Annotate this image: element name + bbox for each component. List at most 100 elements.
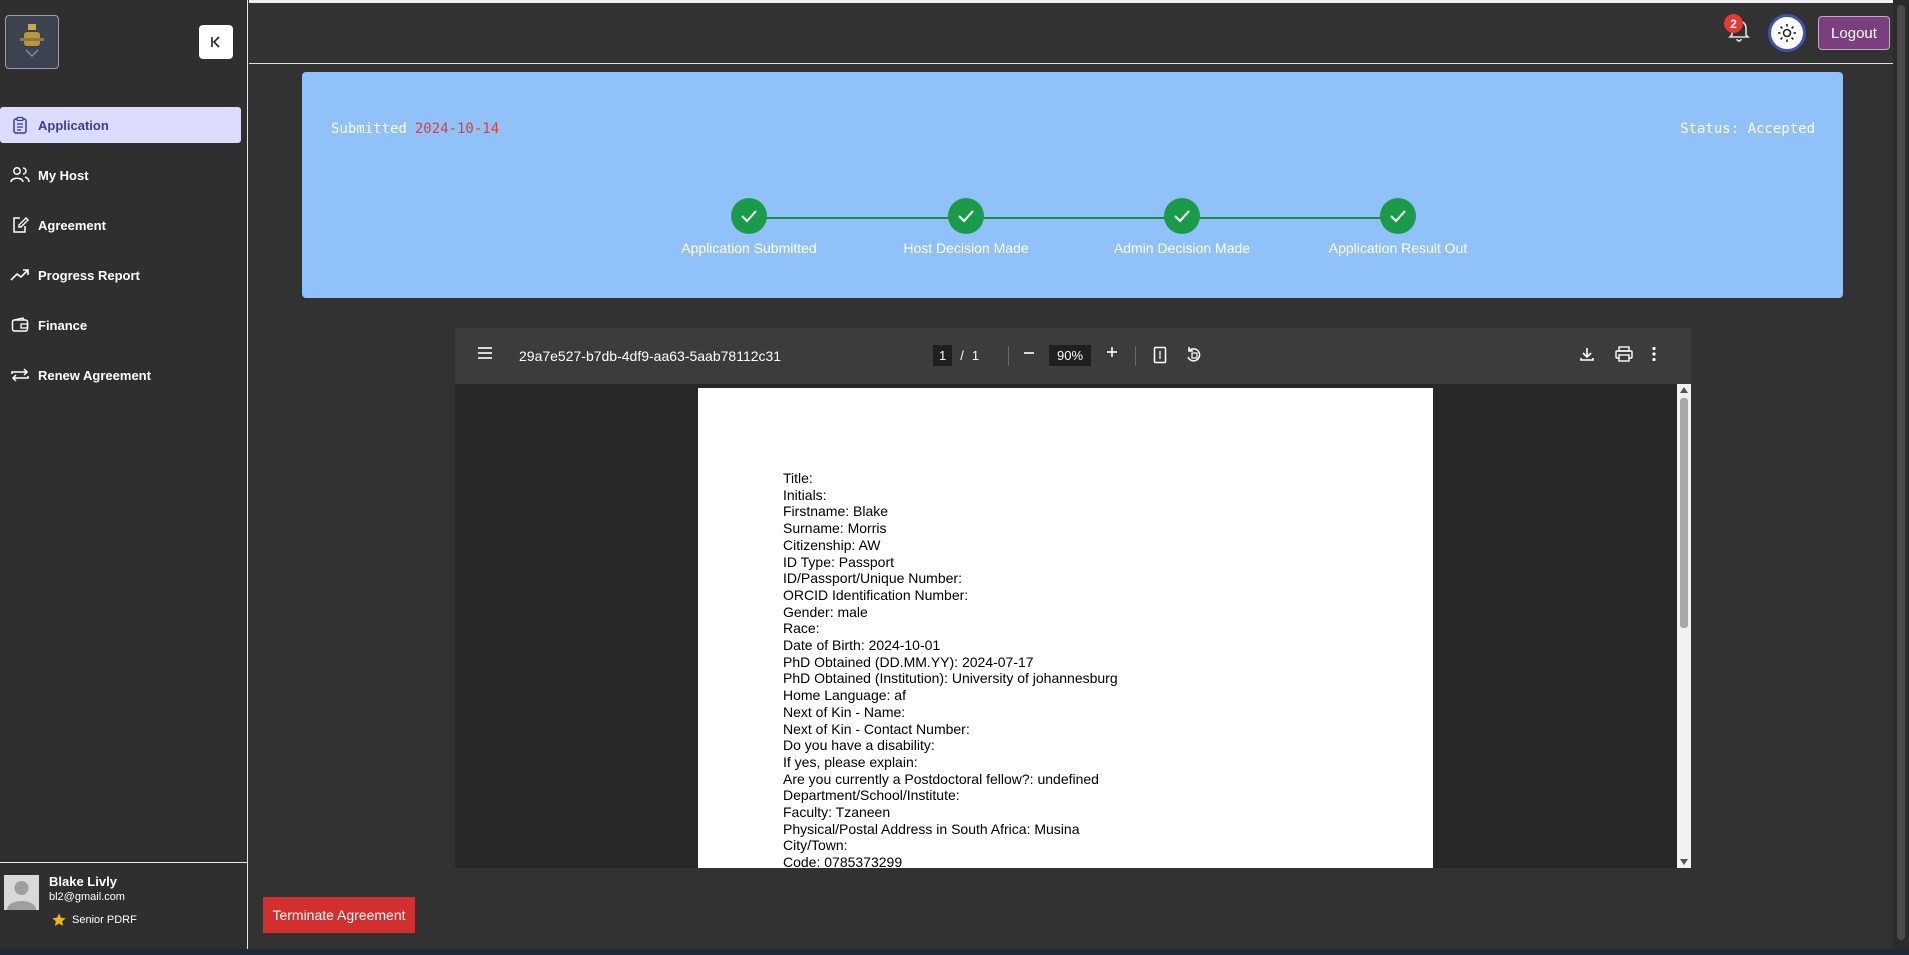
- pdf-text-line: Home Language: af: [783, 687, 906, 704]
- sidebar-item-renew-agreement[interactable]: Renew Agreement: [0, 357, 241, 393]
- pdf-text-line: PhD Obtained (DD.MM.YY): 2024-07-17: [783, 653, 1034, 670]
- page-number-input[interactable]: 1: [933, 345, 953, 366]
- pdf-text-line: Department/School/Institute:: [783, 787, 960, 804]
- edit-document-icon: [10, 215, 30, 235]
- user-name: Blake Livly: [49, 874, 117, 889]
- submitted-label: Submitted: [331, 121, 407, 137]
- pdf-text-line: Are you currently a Postdoctoral fellow?…: [783, 770, 1099, 787]
- pdf-text-line: Citizenship: AW: [783, 536, 881, 553]
- pdf-text-line: Code: 0785373299: [783, 854, 903, 868]
- download-button[interactable]: [1579, 346, 1595, 367]
- user-role: Senior PDRF: [51, 912, 137, 928]
- clipboard-icon: [10, 115, 30, 135]
- printer-icon: [1615, 346, 1633, 362]
- step-label: Application Submitted: [681, 240, 817, 256]
- step-host-decision: Host Decision Made: [866, 198, 1066, 256]
- sun-icon: [1778, 24, 1796, 42]
- sidebar-item-label: Agreement: [38, 217, 106, 233]
- sidebar-item-my-host[interactable]: My Host: [0, 157, 241, 193]
- step-result-out: Application Result Out: [1298, 198, 1498, 256]
- sidebar-item-label: Progress Report: [38, 267, 140, 283]
- pdf-scrollbar[interactable]: [1677, 384, 1691, 868]
- pdf-text-line: Title:: [783, 470, 813, 486]
- pdf-page: Title: Initials: Firstname: Blake Surname: …: [698, 388, 1433, 868]
- logout-button[interactable]: Logout: [1818, 16, 1890, 50]
- collapse-left-icon: [211, 36, 220, 48]
- pdf-filename: 29a7e527-b7db-4df9-aa63-5aab78112c31: [519, 348, 782, 364]
- step-application-submitted: Application Submitted: [649, 198, 849, 256]
- download-icon: [1580, 348, 1594, 361]
- step-label: Admin Decision Made: [1113, 240, 1251, 256]
- avatar: [4, 875, 39, 910]
- application-status-card: Submitted 2024-10-14 Status: Accepted App…: [302, 72, 1843, 298]
- fit-page-button[interactable]: [1153, 346, 1167, 369]
- theme-toggle-button[interactable]: [1768, 14, 1806, 52]
- sidebar-item-agreement[interactable]: Agreement: [0, 207, 241, 243]
- taskbar-strip: [0, 949, 1909, 955]
- pdf-page-indicator: 1 / 1: [933, 345, 979, 366]
- sidebar: Application My Host Agreement Progress R…: [0, 0, 248, 955]
- zoom-out-button[interactable]: [1022, 344, 1036, 365]
- page-scrollbar[interactable]: [1893, 0, 1909, 955]
- check-icon: [1380, 198, 1416, 234]
- repeat-icon: [10, 365, 30, 385]
- star-icon: [52, 913, 66, 926]
- pdf-text-line: Faculty: Tzaneen: [783, 804, 891, 821]
- print-button[interactable]: [1615, 346, 1633, 367]
- page-total: 1: [971, 348, 980, 363]
- page-scrollbar-thumb[interactable]: [1897, 5, 1905, 940]
- sidebar-item-label: My Host: [38, 167, 89, 183]
- scroll-down-arrow-icon[interactable]: [1680, 859, 1688, 865]
- pdf-text-line: Gender: male: [783, 603, 868, 620]
- submitted-info: Submitted 2024-10-14: [331, 121, 499, 137]
- rotate-button[interactable]: [1185, 346, 1203, 369]
- minus-icon: [1024, 352, 1034, 354]
- pdf-text-line: Firstname: Blake: [783, 503, 889, 520]
- app-logo[interactable]: [5, 15, 59, 69]
- pdf-text-line: PhD Obtained (Institution): University o…: [783, 670, 1118, 687]
- status-text: Status: Accepted: [1680, 121, 1815, 137]
- sidebar-item-progress-report[interactable]: Progress Report: [0, 257, 241, 293]
- page-separator: /: [960, 348, 964, 363]
- sidebar-item-finance[interactable]: Finance: [0, 307, 241, 343]
- wallet-icon: [10, 315, 30, 335]
- toolbar-divider: [1008, 346, 1009, 366]
- check-icon: [948, 198, 984, 234]
- pdf-text-line: City/Town:: [783, 837, 848, 854]
- user-role-label: Senior PDRF: [72, 914, 137, 926]
- collapse-sidebar-button[interactable]: [199, 25, 233, 59]
- pdf-menu-button[interactable]: [477, 346, 493, 365]
- sidebar-nav: Application My Host Agreement Progress R…: [0, 107, 241, 407]
- terminate-agreement-button[interactable]: Terminate Agreement: [263, 897, 415, 933]
- plus-icon: [1107, 347, 1117, 357]
- pdf-text-line: ID Type: Passport: [783, 553, 895, 570]
- pdf-text-line: Next of Kin - Name:: [783, 703, 906, 720]
- notification-badge: 2: [1724, 14, 1743, 33]
- crest-icon: [20, 24, 44, 58]
- sidebar-item-label: Finance: [38, 317, 88, 333]
- pdf-text-line: ORCID Identification Number:: [783, 586, 969, 603]
- pdf-text-line: Do you have a disability:: [783, 737, 935, 754]
- user-email: bl2@gmail.com: [49, 891, 125, 903]
- users-icon: [10, 165, 30, 185]
- user-profile[interactable]: Blake Livly bl2@gmail.com Senior PDRF: [0, 862, 248, 955]
- hamburger-icon: [478, 347, 492, 359]
- check-icon: [1164, 198, 1200, 234]
- more-options-button[interactable]: [1651, 346, 1657, 367]
- pdf-document-text: Title: Initials: Firstname: Blake Surname: …: [783, 470, 1118, 868]
- trending-up-icon: [10, 265, 30, 285]
- pdf-scrollbar-thumb[interactable]: [1680, 398, 1688, 628]
- zoom-in-button[interactable]: [1105, 343, 1119, 364]
- step-admin-decision: Admin Decision Made: [1082, 198, 1282, 256]
- progress-stepper: Application Submitted Host Decision Made…: [302, 198, 1843, 258]
- sidebar-item-application[interactable]: Application: [0, 107, 241, 143]
- fit-page-icon: [1153, 346, 1167, 364]
- scroll-up-arrow-icon[interactable]: [1680, 387, 1688, 393]
- pdf-viewer: 29a7e527-b7db-4df9-aa63-5aab78112c31 1 /…: [455, 328, 1691, 868]
- pdf-text-line: Initials:: [783, 486, 827, 503]
- pdf-text-line: Next of Kin - Contact Number:: [783, 720, 970, 737]
- pdf-text-line: Physical/Postal Address in South Africa:…: [783, 820, 1080, 837]
- zoom-level[interactable]: 90%: [1049, 345, 1092, 366]
- pdf-text-line: Surname: Morris: [783, 520, 887, 537]
- top-bar: [249, 0, 1893, 64]
